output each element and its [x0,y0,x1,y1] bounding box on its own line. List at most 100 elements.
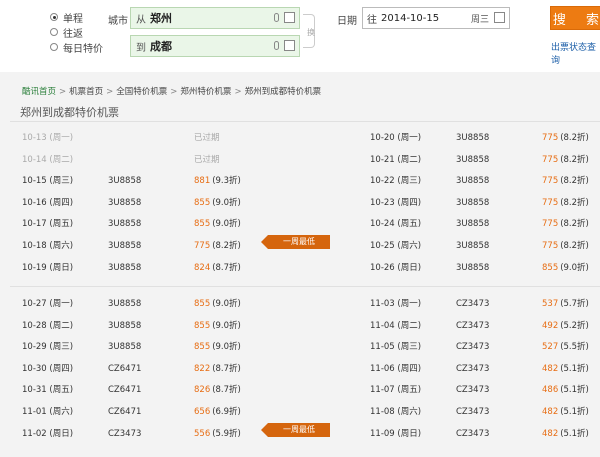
fare-row[interactable]: 10-21 (周二) 3U8858 775 (8.2折) [370,149,600,171]
fare-date: 11-09 (周日) [370,428,422,439]
fare-date: 10-13 (周一) [22,133,74,143]
radio-icon[interactable] [50,43,58,51]
swap-cities-button[interactable]: 换 [303,14,315,48]
fare-row[interactable]: 11-07 (周五) CZ3473 486 (5.1折) [370,379,600,401]
fare-row[interactable]: 10-24 (周五) 3U8858 775 (8.2折) [370,213,600,235]
fare-row[interactable]: 10-20 (周一) 3U8858 775 (8.2折) [370,127,600,149]
fare-date: 10-25 (周六) [370,241,422,251]
fare-price[interactable]: 855 [194,336,210,358]
fare-row[interactable]: 10-29 (周三) 3U8858 855 (9.0折) [22,336,252,358]
fare-row[interactable]: 11-08 (周六) CZ3473 482 (5.1折) [370,401,600,423]
fare-row[interactable]: 11-01 (周六) CZ6471 656 (6.9折) [22,401,252,423]
calendar-icon[interactable] [284,12,295,23]
fare-price[interactable]: 775 [194,235,210,257]
fare-price[interactable]: 482 [542,423,558,445]
trip-type-oneway[interactable]: 单程 [50,10,83,25]
flight-number: 3U8858 [108,176,142,187]
fare-row[interactable]: 10-17 (周五) 3U8858 855 (9.0折) [22,213,252,235]
fare-row[interactable]: 11-02 (周日) CZ3473 556 (5.9折) 一周最低 [22,422,330,445]
fare-price[interactable]: 775 [542,192,558,214]
fare-price[interactable]: 881 [194,170,210,192]
to-city-field[interactable]: 到 成都 [130,35,300,57]
radio-checked-icon[interactable] [50,13,58,21]
fare-date: 10-21 (周二) [370,154,422,165]
fare-date: 11-03 (周一) [370,299,422,309]
fare-price[interactable]: 775 [542,235,558,257]
fare-row[interactable]: 10-28 (周二) 3U8858 855 (9.0折) [22,315,252,337]
fare-row[interactable]: 10-15 (周三) 3U8858 881 (9.3折) [22,170,252,192]
fare-price[interactable]: 775 [542,127,558,149]
flight-number: 3U8858 [108,197,142,208]
fare-row[interactable]: 11-09 (周日) CZ3473 482 (5.1折) [370,423,600,445]
calendar-icon[interactable] [284,40,295,51]
fare-row[interactable]: 10-30 (周四) CZ6471 822 (8.7折) [22,358,252,380]
fare-price[interactable]: 775 [542,149,558,171]
fare-row[interactable]: 10-31 (周五) CZ6471 826 (8.7折) [22,379,252,401]
fare-row[interactable]: 10-27 (周一) 3U8858 855 (9.0折) [22,293,252,315]
breadcrumb-link[interactable]: 机票首页 [69,87,103,97]
breadcrumb-home-link[interactable]: 酷讯首页 [22,87,56,97]
fare-row[interactable]: 10-18 (周六) 3U8858 775 (8.2折) 一周最低 [22,235,330,257]
trip-type-daily-deal[interactable]: 每日特价 [50,40,103,55]
fare-price[interactable]: 482 [542,401,558,423]
fare-price[interactable]: 492 [542,315,558,337]
fare-row[interactable]: 10-22 (周三) 3U8858 775 (8.2折) [370,170,600,192]
radio-icon[interactable] [50,28,58,36]
trip-type-roundtrip[interactable]: 往返 [50,25,83,40]
fare-discount: (5.2折) [560,320,589,331]
flight-number: CZ3473 [456,299,490,309]
fare-discount: (8.2折) [560,133,589,143]
fare-price[interactable]: 855 [194,192,210,214]
fare-row[interactable]: 10-14 (周二) 已过期 [22,149,252,171]
fare-date: 10-15 (周三) [22,176,74,187]
fare-price[interactable]: 775 [542,170,558,192]
flight-number: CZ3473 [456,428,490,439]
from-city-field[interactable]: 从 郑州 [130,7,300,29]
fare-price[interactable]: 826 [194,379,210,401]
fare-row[interactable]: 11-06 (周四) CZ3473 482 (5.1折) [370,358,600,380]
fare-row[interactable]: 10-23 (周四) 3U8858 775 (8.2折) [370,192,600,214]
fare-price[interactable]: 486 [542,379,558,401]
microphone-icon[interactable] [274,41,279,50]
fare-row[interactable]: 10-25 (周六) 3U8858 775 (8.2折) [370,235,600,257]
fare-price[interactable]: 855 [542,257,558,279]
fare-price[interactable]: 656 [194,401,210,423]
fare-row[interactable]: 10-16 (周四) 3U8858 855 (9.0折) [22,192,252,214]
calendar-icon[interactable] [494,12,505,23]
fare-price[interactable]: 556 [194,423,210,445]
fare-price[interactable]: 855 [194,315,210,337]
weekly-lowest-badge: 一周最低 [261,422,330,437]
fare-date: 11-06 (周四) [370,363,422,374]
fare-date: 10-16 (周四) [22,197,74,208]
fare-row[interactable]: 11-03 (周一) CZ3473 537 (5.7折) [370,293,600,315]
fare-row[interactable]: 10-13 (周一) 已过期 [22,127,252,149]
fare-price[interactable]: 822 [194,358,210,380]
fare-price[interactable]: 775 [542,213,558,235]
fare-discount: (5.9折) [212,428,241,439]
fare-date: 10-20 (周一) [370,133,422,143]
breadcrumb-link[interactable]: 全国特价机票 [116,87,167,97]
fare-price[interactable]: 855 [194,293,210,315]
fare-row[interactable]: 10-26 (周日) 3U8858 855 (9.0折) [370,257,600,279]
fare-price[interactable]: 855 [194,213,210,235]
breadcrumb-separator: > [106,87,114,97]
fare-price[interactable]: 527 [542,336,558,358]
fare-row[interactable]: 10-19 (周日) 3U8858 824 (8.7折) [22,257,252,279]
departure-date-field[interactable]: 往 2014-10-15 周三 [362,7,510,29]
ticket-status-link[interactable]: 出票状态查询 [551,40,600,66]
fare-discount: (8.2折) [560,197,589,208]
fare-row[interactable]: 11-04 (周二) CZ3473 492 (5.2折) [370,315,600,337]
search-button[interactable]: 搜 索 [550,6,600,30]
fare-price[interactable]: 824 [194,257,210,279]
fare-date: 10-23 (周四) [370,197,422,208]
expired-text: 已过期 [194,154,220,165]
weekday-text: 周三 [470,14,489,25]
fare-price[interactable]: 537 [542,293,558,315]
fare-date: 10-14 (周二) [22,154,74,165]
breadcrumb-link[interactable]: 郑州特价机票 [180,87,231,97]
flight-number: CZ6471 [108,407,142,417]
fare-price[interactable]: 482 [542,358,558,380]
city-label: 城市 [108,16,128,27]
microphone-icon[interactable] [274,13,279,22]
fare-row[interactable]: 11-05 (周三) CZ3473 527 (5.5折) [370,336,600,358]
